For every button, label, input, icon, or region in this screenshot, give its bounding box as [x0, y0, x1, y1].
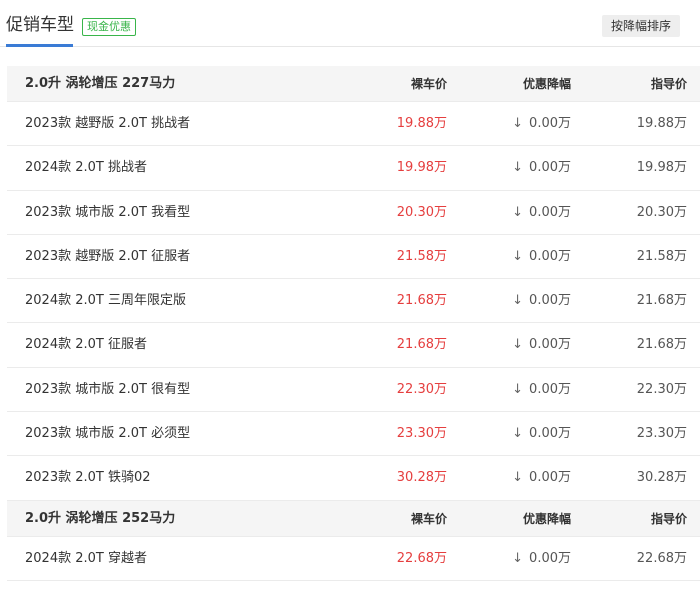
top-bar: 促销车型 现金优惠 按降幅排序: [0, 0, 700, 47]
model-name[interactable]: 2024款 2.0T 穿越者: [25, 537, 147, 581]
table-row[interactable]: 2023款 城市版 2.0T 我看型 20.30万 ↓ 0.00万 20.30万: [7, 191, 700, 235]
discount-value: 0.00万: [529, 248, 571, 264]
column-header-discount: 优惠降幅: [522, 77, 571, 91]
down-arrow-icon: ↓: [512, 381, 524, 397]
column-header-bare-price: 裸车价: [410, 511, 447, 526]
bare-price: 23.30万: [396, 426, 447, 442]
table-row[interactable]: 2023款 城市版 2.0T 必须型 23.30万 ↓ 0.00万 23.30万: [7, 412, 700, 457]
model-name[interactable]: 2024款 2.0T 挑战者: [25, 146, 147, 190]
table-row[interactable]: 2023款 城市版 2.0T 很有型 22.30万 ↓ 0.00万 22.30万: [7, 368, 700, 413]
guide-price: 21.68万: [636, 337, 687, 353]
table-row[interactable]: 2024款 2.0T 挑战者 19.98万 ↓ 0.00万 19.98万: [7, 146, 700, 191]
bare-price: 21.58万: [396, 248, 447, 264]
group-header: 2.0升 涡轮增压 227马力 裸车价 优惠降幅 指导价: [7, 66, 700, 102]
discount-cell: ↓ 0.00万: [461, 146, 571, 190]
down-arrow-icon: ↓: [512, 116, 524, 131]
model-name[interactable]: 2024款 2.0T 三周年限定版: [25, 279, 186, 323]
discount-value: 0.00万: [529, 116, 571, 131]
model-name[interactable]: 2023款 城市版 2.0T 很有型: [25, 368, 190, 412]
guide-price: 22.30万: [636, 381, 687, 397]
discount-cell: ↓ 0.00万: [461, 412, 571, 456]
table-row[interactable]: 2024款 2.0T 三周年限定版 21.68万 ↓ 0.00万 21.68万: [7, 279, 700, 324]
down-arrow-icon: ↓: [512, 293, 524, 309]
down-arrow-icon: ↓: [512, 160, 524, 176]
model-name[interactable]: 2024款 2.0T 征服者: [25, 323, 147, 367]
sort-by-discount-button[interactable]: 按降幅排序: [602, 15, 680, 37]
table-row[interactable]: 2023款 越野版 2.0T 挑战者 19.88万 ↓ 0.00万 19.88万: [7, 102, 700, 147]
down-arrow-icon: ↓: [512, 337, 524, 353]
discount-cell: ↓ 0.00万: [461, 102, 571, 146]
discount-value: 0.00万: [529, 293, 571, 309]
bare-price: 30.28万: [396, 470, 447, 486]
bare-price: 19.88万: [396, 116, 447, 131]
discount-value: 0.00万: [529, 204, 571, 220]
model-name[interactable]: 2023款 越野版 2.0T 挑战者: [25, 102, 190, 146]
table-row[interactable]: 2023款 2.0T 铁骑02 30.28万 ↓ 0.00万 30.28万: [7, 456, 700, 501]
column-header-discount: 优惠降幅: [522, 511, 571, 526]
group-title: 2.0升 涡轮增压 252马力: [25, 510, 176, 526]
column-header-guide-price: 指导价: [650, 77, 687, 91]
model-name[interactable]: 2023款 城市版 2.0T 我看型: [25, 191, 190, 235]
column-header-guide-price: 指导价: [650, 511, 687, 526]
discount-cell: ↓ 0.00万: [461, 279, 571, 323]
guide-price: 21.58万: [636, 248, 687, 264]
bare-price: 22.68万: [396, 550, 447, 566]
group-header: 2.0升 涡轮增压 252马力 裸车价 优惠降幅 指导价: [7, 500, 700, 537]
promo-models-table: 2.0升 涡轮增压 227马力 裸车价 优惠降幅 指导价 2023款 越野版 2.0T …: [7, 66, 700, 581]
guide-price: 23.30万: [636, 426, 687, 442]
discount-cell: ↓ 0.00万: [461, 323, 571, 367]
down-arrow-icon: ↓: [512, 470, 524, 486]
model-name[interactable]: 2023款 2.0T 铁骑02: [25, 456, 151, 500]
guide-price: 30.28万: [636, 470, 687, 486]
discount-cell: ↓ 0.00万: [461, 368, 571, 412]
active-tab-indicator: [6, 44, 73, 47]
bare-price: 21.68万: [396, 293, 447, 309]
discount-cell: ↓ 0.00万: [461, 191, 571, 235]
discount-value: 0.00万: [529, 160, 571, 176]
down-arrow-icon: ↓: [512, 248, 524, 264]
guide-price: 20.30万: [636, 204, 687, 220]
discount-cell: ↓ 0.00万: [461, 537, 571, 581]
cash-discount-badge[interactable]: 现金优惠: [82, 18, 136, 36]
tab-promo-models[interactable]: 促销车型: [6, 14, 74, 36]
down-arrow-icon: ↓: [512, 204, 524, 220]
discount-value: 0.00万: [529, 381, 571, 397]
discount-value: 0.00万: [529, 426, 571, 442]
guide-price: 19.98万: [636, 160, 687, 176]
discount-value: 0.00万: [529, 550, 571, 566]
column-header-bare-price: 裸车价: [410, 77, 447, 91]
table-row[interactable]: 2024款 2.0T 穿越者 22.68万 ↓ 0.00万 22.68万: [7, 537, 700, 581]
discount-cell: ↓ 0.00万: [461, 235, 571, 279]
discount-cell: ↓ 0.00万: [461, 456, 571, 500]
guide-price: 19.88万: [636, 116, 687, 131]
bare-price: 19.98万: [396, 160, 447, 176]
guide-price: 21.68万: [636, 293, 687, 309]
discount-value: 0.00万: [529, 337, 571, 353]
down-arrow-icon: ↓: [512, 550, 524, 566]
table-row[interactable]: 2023款 越野版 2.0T 征服者 21.58万 ↓ 0.00万 21.58万: [7, 235, 700, 280]
down-arrow-icon: ↓: [512, 426, 524, 442]
bare-price: 20.30万: [396, 204, 447, 220]
guide-price: 22.68万: [636, 550, 687, 566]
bare-price: 21.68万: [396, 337, 447, 353]
model-name[interactable]: 2023款 越野版 2.0T 征服者: [25, 235, 190, 279]
bare-price: 22.30万: [396, 381, 447, 397]
model-name[interactable]: 2023款 城市版 2.0T 必须型: [25, 412, 190, 456]
discount-value: 0.00万: [529, 470, 571, 486]
group-title: 2.0升 涡轮增压 227马力: [25, 76, 176, 91]
table-row[interactable]: 2024款 2.0T 征服者 21.68万 ↓ 0.00万 21.68万: [7, 323, 700, 368]
